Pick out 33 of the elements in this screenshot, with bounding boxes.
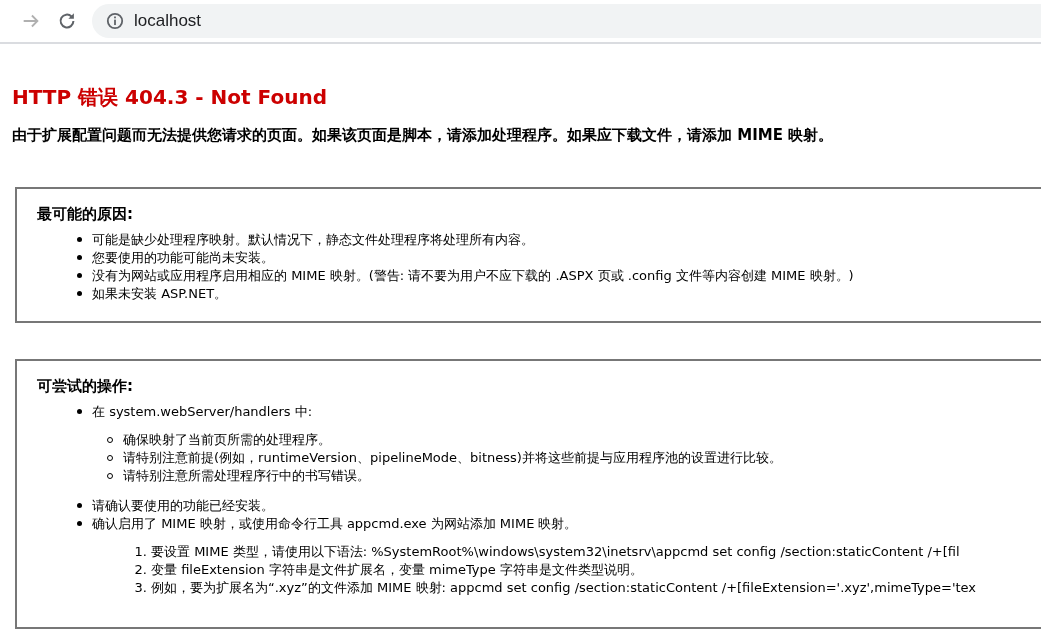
bullet-icon: [77, 255, 82, 260]
bullet-icon: [77, 291, 82, 296]
section-heading: 可尝试的操作:: [37, 376, 134, 395]
step-number: 1.: [133, 542, 147, 561]
bullet-icon: [107, 454, 113, 461]
step-number: 3.: [133, 578, 147, 597]
list-item-text: 请特别注意前提(例如，runtimeVersion、pipelineMode、bitness)并将这些前提与应用程序池的设置进行比较。: [123, 448, 782, 467]
list-item-text: 在 system.webServer/handlers 中:: [92, 402, 313, 421]
list-item-text: 您要使用的功能可能尚未安装。: [92, 248, 274, 267]
bullet-icon: [77, 273, 82, 278]
url-text: localhost: [134, 10, 202, 33]
bullet-icon: [77, 237, 82, 242]
list-item-text: 要设置 MIME 类型，请使用以下语法: %SystemRoot%\windows\system32\inetsrv\appcmd set config /section:staticContent /+[fil: [151, 542, 960, 561]
list-item-text: 确保映射了当前页所需的处理程序。: [123, 430, 331, 449]
bullet-icon: [107, 436, 113, 443]
list-item-text: 变量 fileExtension 字符串是文件扩展名，变量 mimeType 字符串是文件类型说明。: [151, 560, 643, 579]
bullet-icon: [77, 521, 82, 526]
list-item-text: 请确认要使用的功能已经安装。: [92, 496, 274, 515]
list-item-text: 例如，要为扩展名为“.xyz”的文件添加 MIME 映射: appcmd set config /section:staticContent /+[fileExtension='.xyz',mimeType='tex: [151, 578, 977, 597]
list-item-text: 确认启用了 MIME 映射，或使用命令行工具 appcmd.exe 为网站添加 MIME 映射。: [92, 514, 578, 533]
bullet-icon: [77, 409, 82, 414]
list-item-text: 可能是缺少处理程序映射。默认情况下，静态文件处理程序将处理所有内容。: [92, 230, 534, 249]
error-summary: 由于扩展配置问题而无法提供您请求的页面。如果该页面是脚本，请添加处理程序。如果应下载文件，请添加 MIME 映射。: [12, 125, 835, 146]
list-item-text: 没有为网站或应用程序启用相应的 MIME 映射。(警告: 请不要为用户不应下载的 .ASPX 页或 .config 文件等内容创建 MIME 映射。): [92, 266, 854, 285]
error-title: HTTP 错误 404.3 - Not Found: [12, 84, 328, 111]
list-item-text: 请特别注意所需处理程序行中的书写错误。: [123, 466, 370, 485]
address-bar[interactable]: localhost: [92, 4, 1041, 38]
list-item-text: 如果未安装 ASP.NET。: [92, 284, 228, 303]
bullet-icon: [77, 503, 82, 508]
step-number: 2.: [133, 560, 147, 579]
section-heading: 最可能的原因:: [37, 204, 134, 223]
bullet-icon: [107, 472, 113, 479]
info-icon: [106, 12, 124, 30]
